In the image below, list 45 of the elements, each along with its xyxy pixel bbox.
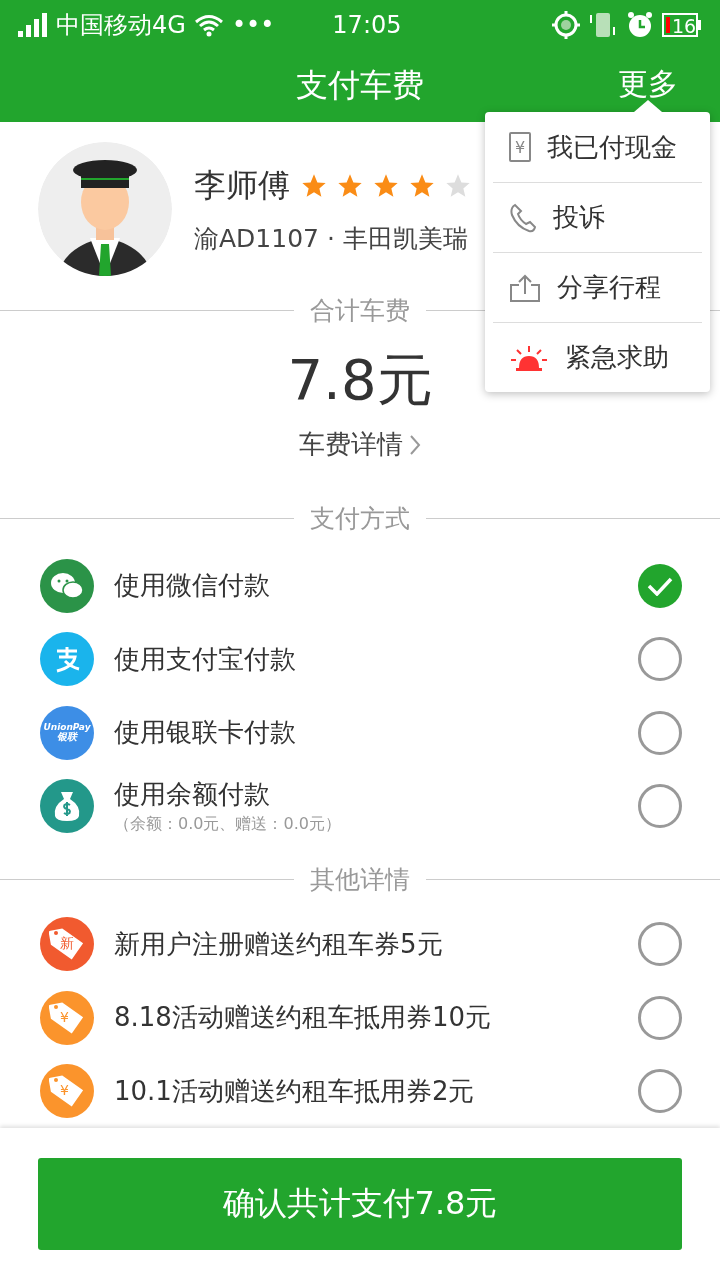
coupon-label: 新用户注册赠送约租车券5元 <box>114 927 444 961</box>
money-bag-icon <box>40 778 94 833</box>
coupon-tag-icon: ¥ <box>40 990 94 1045</box>
location-icon <box>552 11 580 39</box>
fare-amount: 7.8元 <box>287 346 433 414</box>
coupon-tag-icon: 新 <box>40 917 94 972</box>
receipt-icon: ¥ <box>509 132 531 162</box>
clock-time: 17:05 <box>332 11 402 39</box>
unionpay-logo: UnionPay 银联 <box>40 705 94 760</box>
phone-icon <box>509 202 537 233</box>
radio-button[interactable] <box>638 1069 682 1114</box>
radio-button[interactable] <box>638 783 682 828</box>
section-title: 其他详情 <box>310 863 410 896</box>
section-title: 支付方式 <box>310 503 410 535</box>
radio-button[interactable] <box>638 563 682 608</box>
alarm-clock-icon <box>626 11 654 39</box>
more-dots: ••• <box>231 11 275 39</box>
alipay-icon <box>40 632 94 687</box>
page-title: 支付车费 <box>296 65 424 106</box>
payment-option-label: 使用银联卡付款 <box>114 716 297 750</box>
radio-button[interactable] <box>638 922 682 967</box>
wifi-icon <box>193 13 224 37</box>
check-icon <box>647 575 673 596</box>
payment-option-label: 使用微信付款 <box>114 569 271 603</box>
car-info: 渝AD1107 · 丰田凯美瑞 <box>194 222 469 255</box>
balance-note: （余额：0.0元、赠送：0.0元） <box>114 813 342 835</box>
signal-icon <box>18 13 48 37</box>
section-title: 合计车费 <box>310 295 410 327</box>
fare-details-link[interactable]: 车费详情 <box>299 427 421 462</box>
coupon-label: 10.1活动赠送约租车抵用券2元 <box>114 1074 476 1108</box>
vibrate-icon <box>588 11 618 39</box>
menu-item[interactable]: 紧急求助 <box>493 322 702 392</box>
chat-bubbles-icon <box>40 558 94 613</box>
chevron-right-icon <box>409 433 421 456</box>
payment-option-label: 使用支付宝付款 <box>114 642 297 676</box>
siren-icon <box>509 343 549 372</box>
payment-option-label: 使用余额付款 <box>114 777 271 811</box>
coupon-label: 8.18活动赠送约租车抵用券10元 <box>114 1001 492 1035</box>
share-icon <box>509 273 541 302</box>
radio-button[interactable] <box>638 995 682 1040</box>
carrier-label: 中国移动4G <box>56 10 186 41</box>
radio-button[interactable] <box>638 637 682 682</box>
radio-button[interactable] <box>638 710 682 755</box>
coupon-tag-icon: ¥ <box>40 1064 94 1119</box>
driver-name: 李师傅 <box>194 164 290 206</box>
